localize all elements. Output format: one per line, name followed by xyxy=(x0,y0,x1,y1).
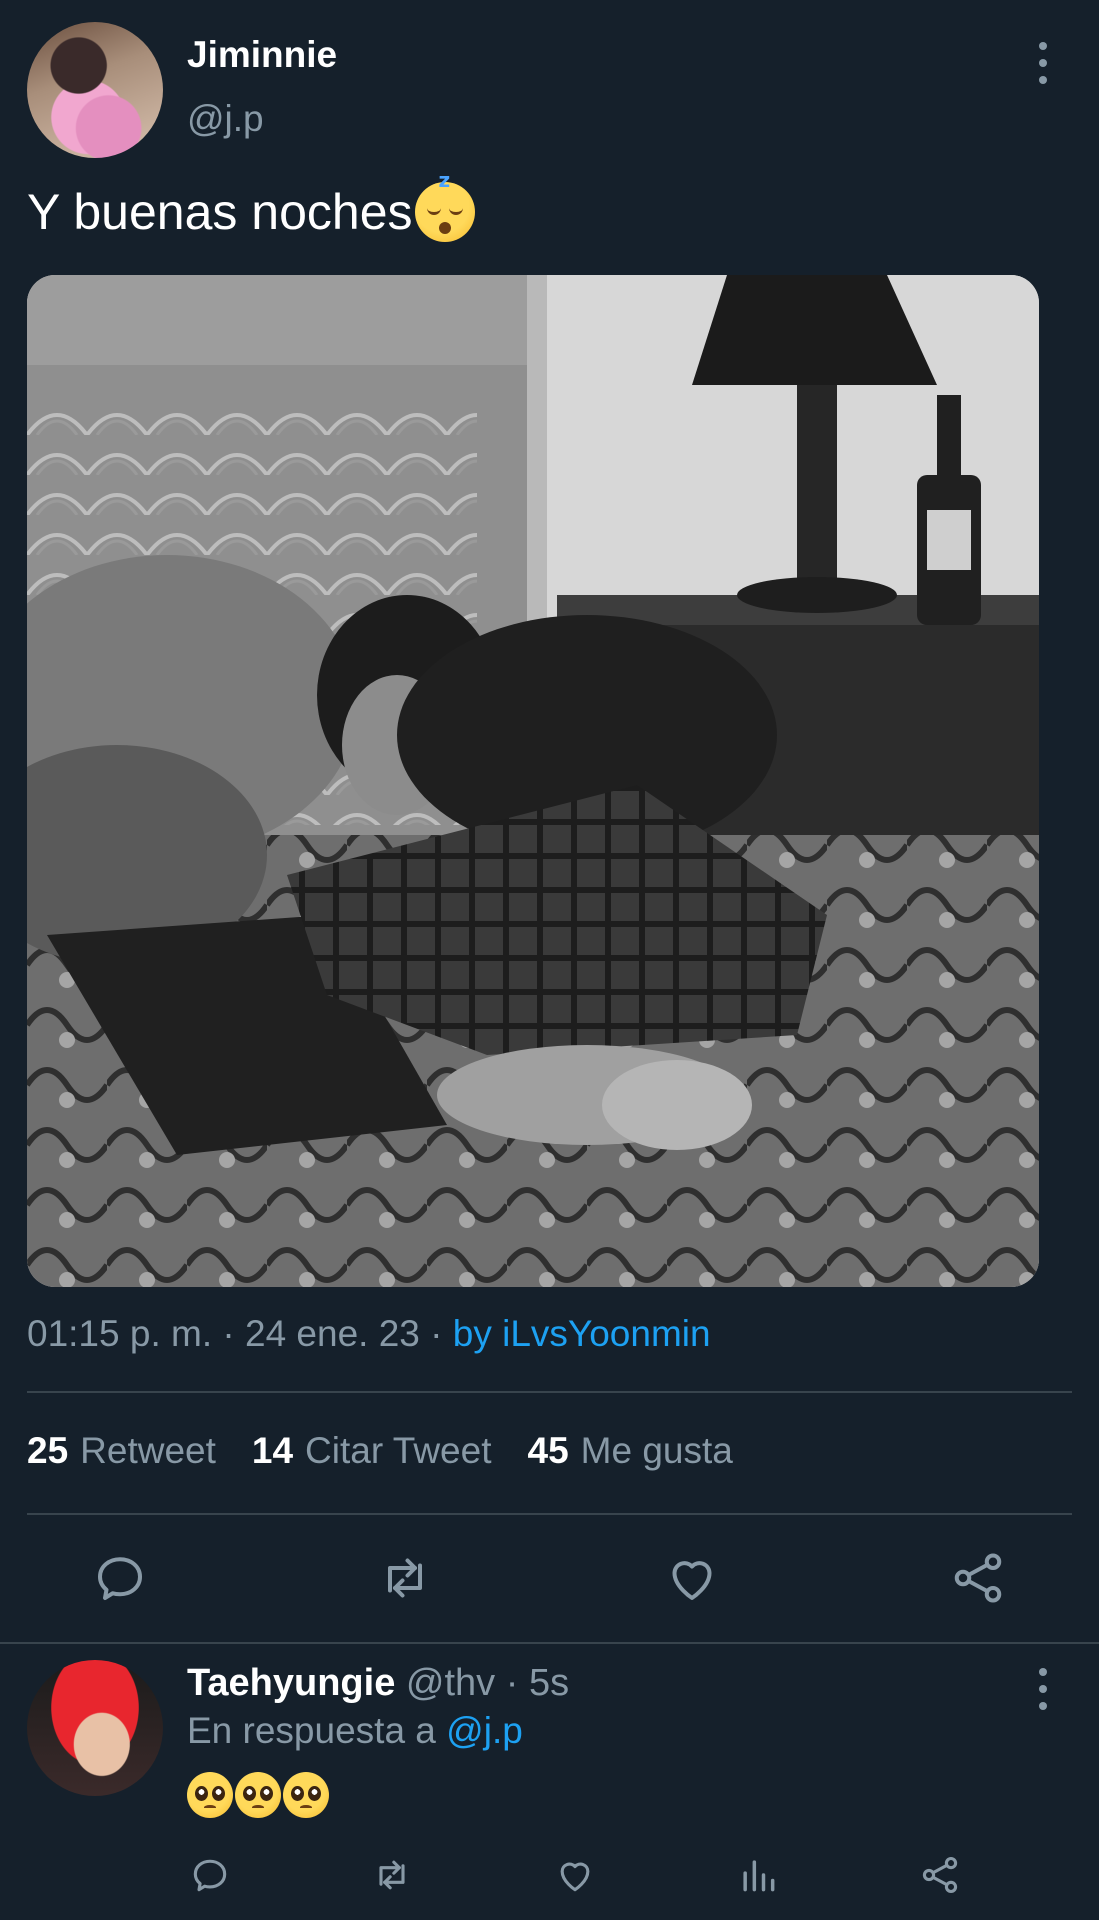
reply-icon[interactable] xyxy=(90,1548,150,1608)
retweet-count-link[interactable]: 25 Retweet xyxy=(27,1430,216,1472)
author-avatar[interactable] xyxy=(27,22,163,158)
reply-author-name[interactable]: Taehyungie xyxy=(187,1662,395,1704)
reply-author-avatar[interactable] xyxy=(27,1660,163,1796)
tweet-text-content: Y buenas noches xyxy=(27,184,413,240)
tweet-media-photo[interactable] xyxy=(27,275,1039,1287)
author-display-name[interactable]: Jiminnie xyxy=(187,34,337,76)
meta-separator: · xyxy=(212,1313,245,1354)
like-icon[interactable] xyxy=(662,1548,722,1608)
retweet-icon[interactable] xyxy=(375,1548,435,1608)
reply-text xyxy=(187,1772,329,1818)
quote-tweet-count-link[interactable]: 14 Citar Tweet xyxy=(252,1430,492,1472)
reply-to-prefix: En respuesta a xyxy=(187,1710,447,1751)
reply-icon[interactable] xyxy=(188,1853,232,1897)
pleading-face-icon xyxy=(283,1772,329,1818)
engagement-stats: 25 Retweet 14 Citar Tweet 45 Me gusta xyxy=(27,1430,769,1472)
pleading-face-icon xyxy=(187,1772,233,1818)
pleading-face-icon xyxy=(235,1772,281,1818)
tweet-text: Y buenas noches z xyxy=(27,168,475,242)
divider xyxy=(27,1391,1072,1393)
author-handle[interactable]: @j.p xyxy=(187,98,264,140)
tweet-date: 24 ene. 23 xyxy=(245,1313,420,1354)
divider xyxy=(0,1642,1099,1644)
more-options-icon[interactable] xyxy=(1034,1668,1052,1710)
retweet-icon[interactable] xyxy=(370,1853,414,1897)
tweet-time: 01:15 p. m. xyxy=(27,1313,213,1354)
divider xyxy=(27,1513,1072,1515)
more-options-icon[interactable] xyxy=(1034,42,1052,84)
reply-to-handle-link[interactable]: @j.p xyxy=(446,1710,523,1751)
share-icon[interactable] xyxy=(948,1548,1008,1608)
sleeping-face-icon: z xyxy=(414,168,475,242)
like-icon[interactable] xyxy=(553,1853,597,1897)
meta-separator: · xyxy=(419,1313,453,1354)
reply-author-handle: @thv · 5s xyxy=(405,1662,570,1704)
reply-header: Taehyungie @thv · 5s xyxy=(187,1662,569,1705)
share-icon[interactable] xyxy=(918,1853,962,1897)
tweet-source-link[interactable]: by iLvsYoonmin xyxy=(453,1313,711,1354)
reply-to-line: En respuesta a @j.p xyxy=(187,1710,523,1752)
analytics-icon[interactable] xyxy=(736,1853,780,1897)
like-count-link[interactable]: 45 Me gusta xyxy=(528,1430,733,1472)
tweet-timestamp-line: 01:15 p. m. · 24 ene. 23 · by iLvsYoonmi… xyxy=(27,1313,711,1355)
